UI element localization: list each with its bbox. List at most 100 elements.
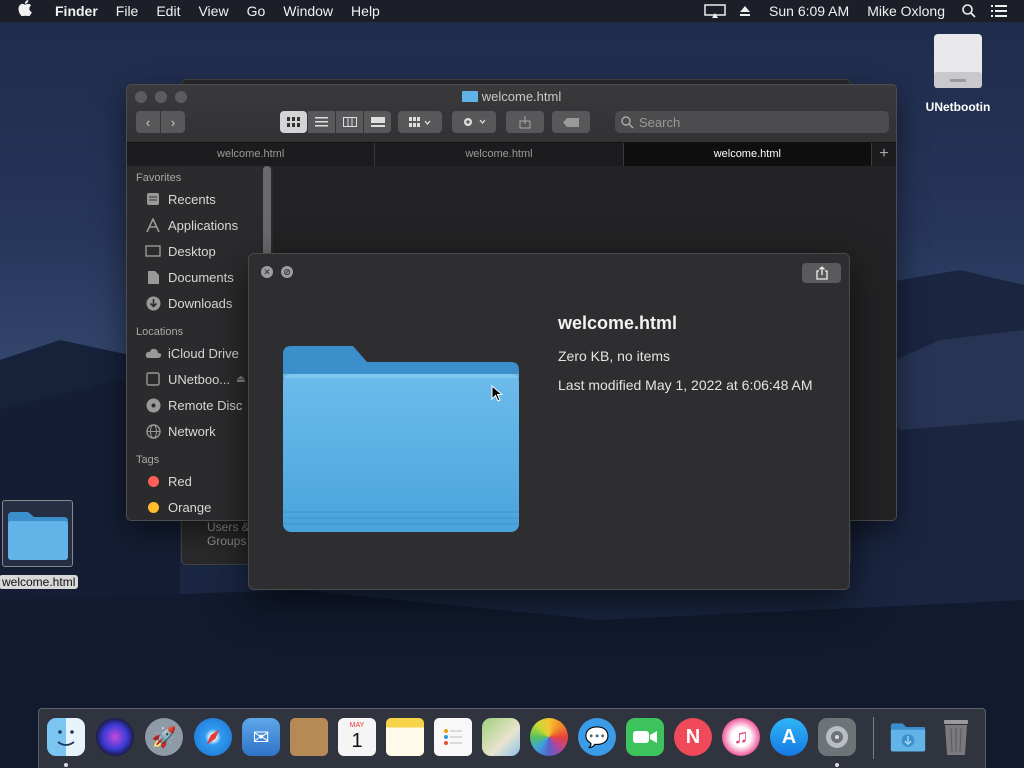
menu-go[interactable]: Go [238,0,275,22]
search-field[interactable]: Search [615,111,889,133]
dock-news-icon[interactable]: N [674,718,712,756]
view-columns-button[interactable] [336,111,363,133]
dock-downloads-folder-icon[interactable] [889,718,927,756]
dock-facetime-icon[interactable] [626,718,664,756]
tag-icon [563,117,579,127]
menu-user[interactable]: Mike Oxlong [858,0,954,22]
sidebar-favorites-header: Favorites [136,172,182,184]
menu-window[interactable]: Window [274,0,342,22]
menu-clock[interactable]: Sun 6:09 AM [760,0,858,22]
globe-icon [144,422,162,440]
tab-3[interactable]: welcome.html [623,143,872,166]
menu-help[interactable]: Help [342,0,389,22]
gear-icon [464,118,486,126]
list-view-icon [315,117,328,127]
view-list-button[interactable] [308,111,335,133]
dock-contacts-icon[interactable] [290,718,328,756]
dock-finder-running-dot [64,763,68,767]
new-tab-button[interactable]: + [872,143,896,166]
finder-titlebar[interactable]: welcome.html ‹ › Search [127,85,896,142]
dock-notes-icon[interactable] [386,718,424,756]
dock-mail-icon[interactable]: ✉ [242,718,280,756]
dock-photos-icon[interactable] [530,718,568,756]
window-title: welcome.html [127,89,896,104]
search-icon [621,115,634,129]
folder-icon [8,512,68,560]
group-grid-icon [409,117,431,127]
desktop-drive-label: UNetbootin [925,100,991,114]
dock-reminders-icon[interactable] [434,718,472,756]
tags-button[interactable] [552,111,590,133]
eject-icon[interactable] [734,0,756,22]
share-icon [519,115,531,128]
menu-view[interactable]: View [189,0,237,22]
sidebar-item-applications[interactable]: Applications [127,212,273,238]
dock-launchpad-icon[interactable]: 🚀 [145,718,183,756]
sidebar-item-recents[interactable]: Recents [127,186,273,212]
group-by-button[interactable] [398,111,442,133]
dock-safari-icon[interactable] [194,718,232,756]
search-placeholder: Search [639,114,681,130]
fullscreen-icon[interactable]: ⊘ [281,266,293,278]
dock-itunes-icon[interactable]: ♫ [722,718,760,756]
dock-system-preferences-icon[interactable] [818,718,856,756]
cloud-icon [144,344,162,362]
large-folder-icon [283,346,519,532]
desktop-icon [144,242,162,260]
dock-trash-icon[interactable] [937,718,975,756]
action-button[interactable] [452,111,496,133]
menu-bar: Finder File Edit View Go Window Help Sun… [0,0,1024,22]
columns-view-icon [342,117,357,127]
share-button[interactable] [506,111,544,133]
sidebar-scrollbar[interactable] [263,166,271,256]
dock-siri-icon[interactable] [96,718,134,756]
quick-look-share-button[interactable] [802,263,841,283]
documents-icon [144,268,162,286]
dock: 🚀 ✉ MAY 1 💬 N ♫ A [38,708,986,768]
quick-look-panel[interactable]: ✕ ⊘ welcome.html Zero KB, no items Last … [248,253,850,590]
folder-icon [461,91,478,102]
back-button[interactable]: ‹ [136,111,160,133]
menu-edit[interactable]: Edit [147,0,189,22]
tab-2[interactable]: welcome.html [375,143,624,166]
apple-menu-icon[interactable] [0,0,46,22]
quick-look-file-size: Zero KB, no items [558,348,671,364]
view-gallery-button[interactable] [364,111,391,133]
eject-icon[interactable]: ⏏ [236,374,245,385]
grid-view-icon [287,117,300,127]
applications-icon [144,216,162,234]
airplay-display-icon[interactable] [704,0,726,22]
background-window-text: Users & Groups [207,520,250,548]
desktop-folder-label: welcome.html [0,575,79,589]
quick-look-file-name: welcome.html [558,313,678,333]
calendar-day: 1 [351,730,363,752]
disc-icon [144,396,162,414]
dock-calendar-icon[interactable]: MAY 1 [338,718,376,756]
menu-file[interactable]: File [107,0,148,22]
recents-icon [144,190,162,208]
calendar-month: MAY [349,722,365,729]
drive-icon [144,370,162,388]
share-icon [815,266,828,280]
tab-bar: welcome.html welcome.html welcome.html + [127,142,896,166]
tab-1[interactable]: welcome.html [127,143,376,166]
mouse-cursor-icon [491,385,503,402]
downloads-icon [144,294,162,312]
view-icons-button[interactable] [280,111,307,133]
red-tag-dot [147,475,159,487]
forward-button[interactable]: › [161,111,185,133]
spotlight-search-icon[interactable] [958,0,980,22]
gallery-view-icon [370,117,385,127]
external-drive-icon [934,34,982,88]
dock-system-preferences-running-dot [835,763,839,767]
notification-center-icon[interactable] [988,0,1010,22]
close-icon[interactable]: ✕ [261,266,273,278]
desktop-drive-unetbootin[interactable]: UNetbootin [918,32,998,114]
dock-app-store-icon[interactable]: A [770,718,808,756]
dock-messages-icon[interactable]: 💬 [578,718,616,756]
menu-app-name[interactable]: Finder [46,0,107,22]
quick-look-modified-date: Last modified May 1, 2022 at 6:06:48 AM [558,377,813,393]
dock-separator [873,717,874,759]
dock-finder-icon[interactable] [47,718,85,756]
dock-maps-icon[interactable] [482,718,520,756]
